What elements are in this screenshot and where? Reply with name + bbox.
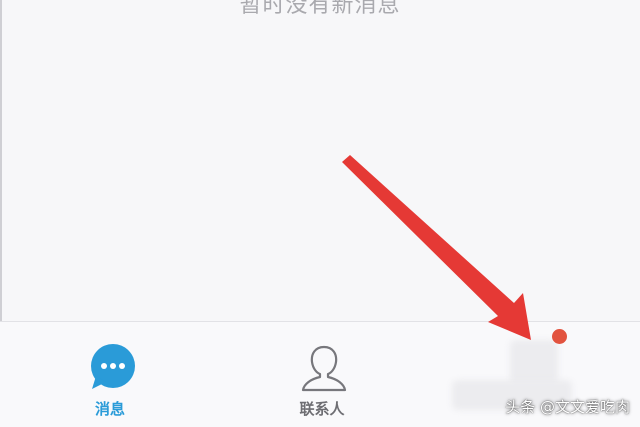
tab-contacts-label: 联系人 (299, 400, 345, 418)
app-screen: 暂时没有新消息 消息 联系人 头条 @文文爱吃肉 (0, 0, 640, 427)
tab-contacts[interactable]: 联系人 (222, 322, 422, 427)
person-icon (298, 342, 350, 394)
tab-messages-label: 消息 (94, 400, 125, 418)
tab-messages[interactable]: 消息 (10, 322, 210, 427)
empty-messages-text: 暂时没有新消息 (239, 0, 401, 18)
notification-badge-dot (552, 329, 567, 344)
chat-bubble-icon (86, 342, 138, 394)
arrow-shape (342, 155, 531, 340)
watermark-text: 头条 @文文爱吃肉 (505, 398, 630, 416)
